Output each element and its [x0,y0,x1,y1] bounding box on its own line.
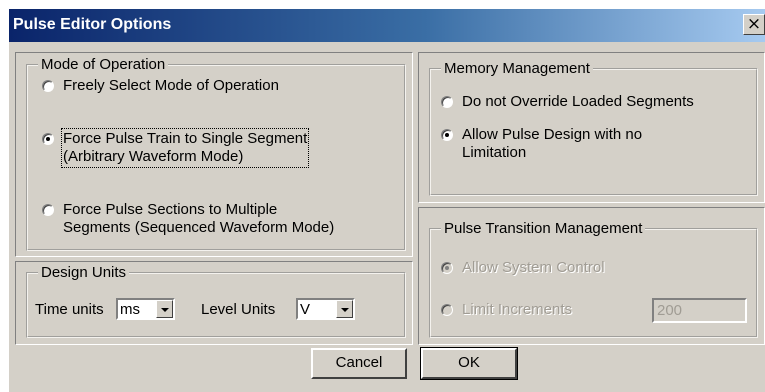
radio-label-line: Segments (Sequenced Waveform Mode) [63,219,335,236]
level-units-label: Level Units [201,301,276,318]
cancel-button[interactable]: Cancel [311,348,407,379]
design-units-legend: Design Units [38,264,130,281]
title-bar[interactable]: Pulse Editor Options × [9,9,765,42]
radio-limit-increments: Limit Increments [441,301,572,319]
radio-button-icon[interactable] [42,204,54,216]
level-units-select[interactable]: V [296,298,355,320]
radio-label: Force Pulse Train to Single Segment (Arb… [60,128,310,168]
mode-of-operation-group: Mode of Operation Freely Select Mode of … [26,56,406,251]
radio-label: Force Pulse Sections to Multiple Segment… [63,201,334,237]
pulse-transition-legend: Pulse Transition Management [441,220,646,237]
design-units-group: Design Units Time units ms Level Units V [26,264,406,338]
radio-do-not-override[interactable]: Do not Override Loaded Segments [441,93,694,111]
radio-label-line: Force Pulse Train to Single Segment [63,130,308,147]
memory-panel: Memory Management Do not Override Loaded… [418,52,765,203]
chevron-down-icon[interactable] [156,300,173,318]
pulse-transition-group: Pulse Transition Management Allow System… [429,220,758,338]
units-panel: Design Units Time units ms Level Units V [15,261,413,345]
radio-label: Freely Select Mode of Operation [63,77,279,94]
level-units-value: V [300,301,311,318]
radio-allow-no-limitation[interactable]: Allow Pulse Design with no Limitation [441,126,642,162]
increment-input: 200 [652,298,747,323]
radio-label: Allow Pulse Design with no Limitation [462,126,642,162]
radio-button-icon[interactable] [42,133,54,145]
increment-value: 200 [657,302,683,319]
radio-force-multiple-segments[interactable]: Force Pulse Sections to Multiple Segment… [42,201,334,237]
time-units-select[interactable]: ms [116,298,175,320]
radio-freely-select[interactable]: Freely Select Mode of Operation [42,77,279,95]
ok-button[interactable]: OK [420,347,518,380]
radio-label: Do not Override Loaded Segments [462,93,694,110]
radio-label-line: Force Pulse Sections to Multiple [63,201,278,218]
radio-button-icon[interactable] [42,80,54,92]
radio-label: Allow System Control [462,259,605,276]
time-units-value: ms [120,301,140,318]
mode-panel: Mode of Operation Freely Select Mode of … [15,52,413,257]
memory-management-legend: Memory Management [441,60,593,77]
memory-management-group: Memory Management Do not Override Loaded… [429,60,758,196]
transition-panel: Pulse Transition Management Allow System… [418,207,765,345]
radio-label-line: Limitation [462,144,527,161]
close-icon[interactable]: × [743,14,765,35]
dialog-title: Pulse Editor Options [13,16,172,33]
mode-of-operation-legend: Mode of Operation [38,56,169,73]
radio-button-icon [441,262,453,274]
radio-label-line: Allow Pulse Design with no [462,126,643,143]
time-units-label: Time units [35,301,104,318]
radio-button-icon[interactable] [441,96,453,108]
radio-force-single-segment[interactable]: Force Pulse Train to Single Segment (Arb… [42,128,310,168]
radio-button-icon[interactable] [441,129,453,141]
radio-allow-system-control: Allow System Control [441,259,605,277]
radio-label: Limit Increments [462,301,573,318]
pulse-editor-options-dialog: Pulse Editor Options × Mode of Operation… [8,8,765,392]
radio-label-line: (Arbitrary Waveform Mode) [63,148,244,165]
chevron-down-icon[interactable] [336,300,353,318]
radio-button-icon [441,304,453,316]
